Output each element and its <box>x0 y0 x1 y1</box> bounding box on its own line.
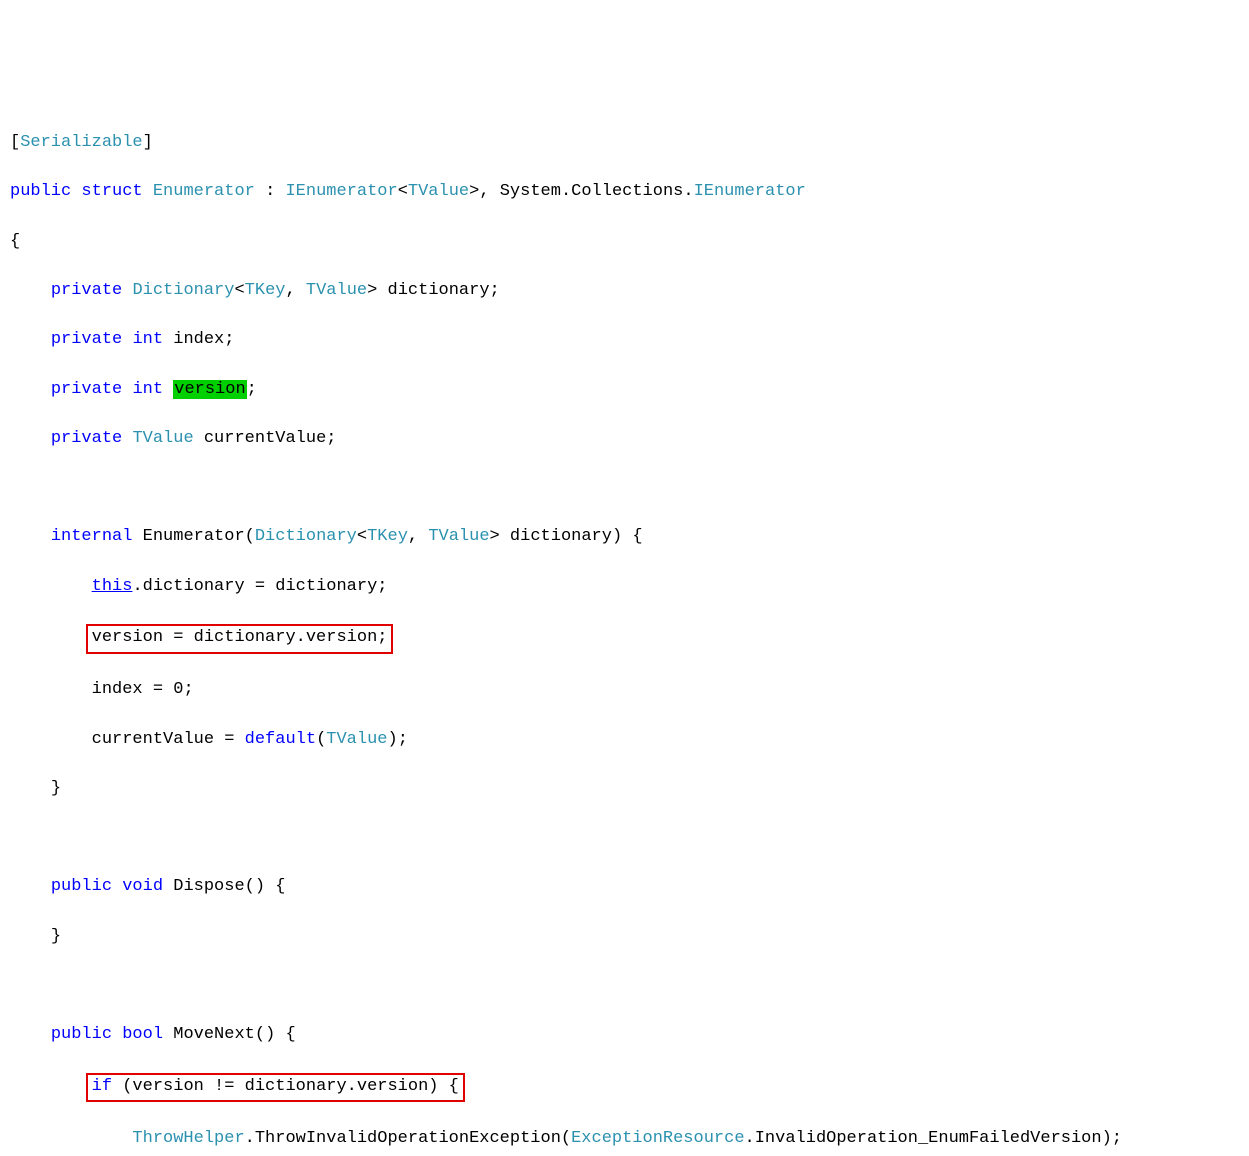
text: index = 0; <box>92 680 194 699</box>
keyword: private <box>51 281 122 300</box>
code-line: public void Dispose() { <box>10 875 1239 900</box>
text: currentValue; <box>194 429 337 448</box>
type: ThrowHelper <box>132 1129 244 1148</box>
text: > <box>469 182 479 201</box>
text: ; <box>247 380 257 399</box>
blank-line <box>10 476 1239 501</box>
type: TKey <box>245 281 286 300</box>
text: System.Collections. <box>500 182 694 201</box>
keyword: public <box>51 877 112 896</box>
text: .InvalidOperation_EnumFailedVersion); <box>745 1129 1122 1148</box>
type: Dictionary <box>255 527 357 546</box>
blank-line <box>10 974 1239 999</box>
type: Dictionary <box>132 281 234 300</box>
type: TKey <box>367 527 408 546</box>
code-line: private Dictionary<TKey, TValue> diction… <box>10 279 1239 304</box>
keyword: public <box>10 182 71 201</box>
code-line: { <box>10 230 1239 255</box>
text: version = dictionary.version; <box>92 628 388 647</box>
text: currentValue = <box>92 730 245 749</box>
code-line: } <box>10 925 1239 950</box>
code-line: } <box>10 777 1239 802</box>
text: , <box>408 527 428 546</box>
text: .ThrowInvalidOperationException( <box>245 1129 571 1148</box>
brace: { <box>10 232 20 251</box>
code-line: public struct Enumerator : IEnumerator<T… <box>10 180 1239 205</box>
type: Enumerator <box>153 182 255 201</box>
type: TValue <box>326 730 387 749</box>
attribute: Serializable <box>20 133 142 152</box>
text: index; <box>163 330 234 349</box>
type: TValue <box>408 182 469 201</box>
type: TValue <box>306 281 367 300</box>
code-line: internal Enumerator(Dictionary<TKey, TVa… <box>10 525 1239 550</box>
text: : <box>255 182 286 201</box>
brace: } <box>51 779 61 798</box>
text: , <box>285 281 305 300</box>
type: TValue <box>428 527 489 546</box>
text: , <box>479 182 499 201</box>
text: dictionary; <box>377 281 499 300</box>
type: IEnumerator <box>285 182 397 201</box>
code-line: ThrowHelper.ThrowInvalidOperationExcepti… <box>10 1127 1239 1152</box>
keyword: struct <box>81 182 142 201</box>
keyword: default <box>245 730 316 749</box>
text: < <box>234 281 244 300</box>
keyword: public <box>51 1025 112 1044</box>
keyword: private <box>51 330 122 349</box>
text: ( <box>316 730 326 749</box>
keyword: this <box>92 577 133 596</box>
text: < <box>357 527 367 546</box>
bracket: ] <box>143 133 153 152</box>
text: MoveNext() { <box>163 1025 296 1044</box>
type: IEnumerator <box>694 182 806 201</box>
code-line: index = 0; <box>10 678 1239 703</box>
code-line: private int index; <box>10 328 1239 353</box>
text: .dictionary = dictionary; <box>132 577 387 596</box>
code-line: if (version != dictionary.version) { <box>10 1073 1239 1103</box>
code-line: private int version; <box>10 378 1239 403</box>
keyword: if <box>92 1077 112 1096</box>
keyword: int <box>132 330 163 349</box>
keyword: private <box>51 380 122 399</box>
code-line: private TValue currentValue; <box>10 427 1239 452</box>
keyword: private <box>51 429 122 448</box>
highlighted-text: version <box>173 380 246 399</box>
text: dictionary) { <box>500 527 643 546</box>
bracket: [ <box>10 133 20 152</box>
code-line: public bool MoveNext() { <box>10 1023 1239 1048</box>
keyword: void <box>122 877 163 896</box>
brace: } <box>51 927 61 946</box>
annotated-box: if (version != dictionary.version) { <box>86 1073 465 1103</box>
keyword: internal <box>51 527 133 546</box>
text: ); <box>388 730 408 749</box>
keyword: bool <box>122 1025 163 1044</box>
text: (version != dictionary.version) { <box>112 1077 459 1096</box>
blank-line <box>10 826 1239 851</box>
code-line: currentValue = default(TValue); <box>10 728 1239 753</box>
text: Dispose() { <box>163 877 285 896</box>
code-line: [Serializable] <box>10 131 1239 156</box>
annotated-box: version = dictionary.version; <box>86 624 394 654</box>
text: < <box>398 182 408 201</box>
text: > <box>367 281 377 300</box>
text: Enumerator( <box>143 527 255 546</box>
code-line: this.dictionary = dictionary; <box>10 575 1239 600</box>
type: ExceptionResource <box>571 1129 744 1148</box>
code-line: version = dictionary.version; <box>10 624 1239 654</box>
keyword: int <box>132 380 163 399</box>
type: TValue <box>132 429 193 448</box>
text: > <box>490 527 500 546</box>
code-block: [Serializable] public struct Enumerator … <box>10 107 1239 1156</box>
